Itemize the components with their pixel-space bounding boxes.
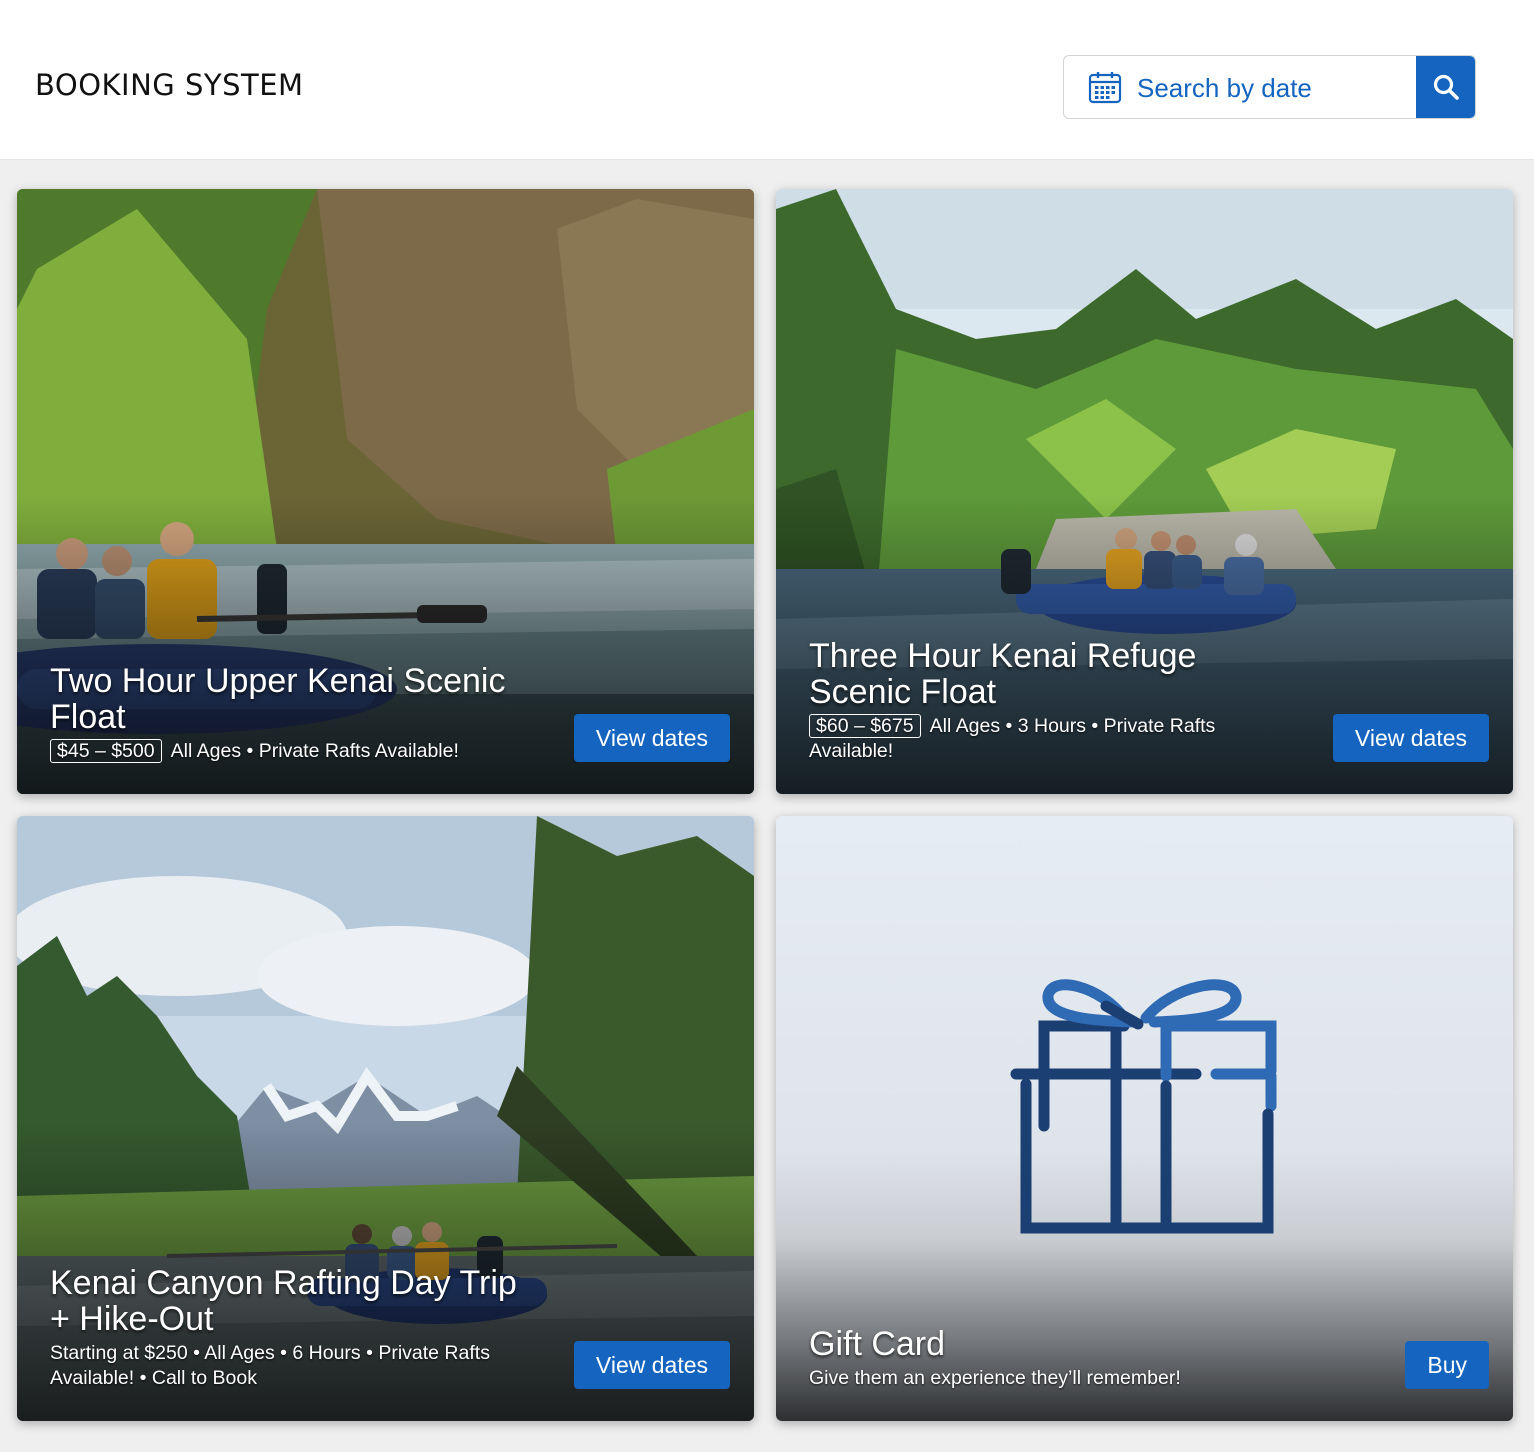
search-by-date-field[interactable]: Search by date bbox=[1064, 56, 1416, 118]
view-dates-button[interactable]: View dates bbox=[573, 1341, 730, 1389]
brand-title: BOOKING SYSTEM bbox=[35, 68, 304, 102]
tour-card-kenai-canyon[interactable]: Kenai Canyon Rafting Day Trip + Hike-Out… bbox=[17, 816, 754, 1421]
calendar-icon bbox=[1088, 72, 1122, 104]
tour-card-info: Kenai Canyon Rafting Day Trip + Hike-Out… bbox=[50, 1265, 540, 1391]
tour-title: Two Hour Upper Kenai Scenic Float bbox=[50, 662, 506, 736]
tour-card-kenai-refuge[interactable]: Three Hour Kenai Refuge Scenic Float $60… bbox=[776, 189, 1513, 794]
gift-card-info: Gift Card Give them an experience they’l… bbox=[809, 1326, 1329, 1391]
tour-title: Three Hour Kenai Refuge Scenic Float bbox=[809, 637, 1197, 711]
buy-button[interactable]: Buy bbox=[1405, 1341, 1489, 1389]
tour-title: Kenai Canyon Rafting Day Trip + Hike-Out bbox=[50, 1264, 517, 1338]
search-icon bbox=[1433, 74, 1459, 100]
tour-card-info: Three Hour Kenai Refuge Scenic Float $60… bbox=[809, 638, 1279, 764]
gift-card-title: Gift Card bbox=[809, 1325, 946, 1363]
gift-icon bbox=[1010, 979, 1277, 1234]
tour-card-upper-kenai[interactable]: Two Hour Upper Kenai Scenic Float $45 – … bbox=[17, 189, 754, 794]
price-range-badge: $45 – $500 bbox=[50, 739, 162, 763]
site-header: BOOKING SYSTEM Search by date bbox=[0, 0, 1534, 160]
gift-card-card[interactable]: Gift Card Give them an experience they’l… bbox=[776, 816, 1513, 1421]
view-dates-button[interactable]: View dates bbox=[573, 714, 730, 762]
price-range-badge: $60 – $675 bbox=[809, 714, 921, 738]
tour-details: All Ages • Private Rafts Available! bbox=[170, 740, 459, 762]
view-dates-button[interactable]: View dates bbox=[1332, 714, 1489, 762]
search-button[interactable] bbox=[1416, 56, 1475, 118]
tour-card-info: Two Hour Upper Kenai Scenic Float $45 – … bbox=[50, 663, 550, 764]
search-by-date-label: Search by date bbox=[1137, 73, 1312, 103]
date-search: Search by date bbox=[1063, 55, 1476, 119]
tour-details: Starting at $250 • All Ages • 6 Hours • … bbox=[50, 1342, 490, 1389]
gift-card-tagline: Give them an experience they’ll remember… bbox=[809, 1367, 1181, 1389]
